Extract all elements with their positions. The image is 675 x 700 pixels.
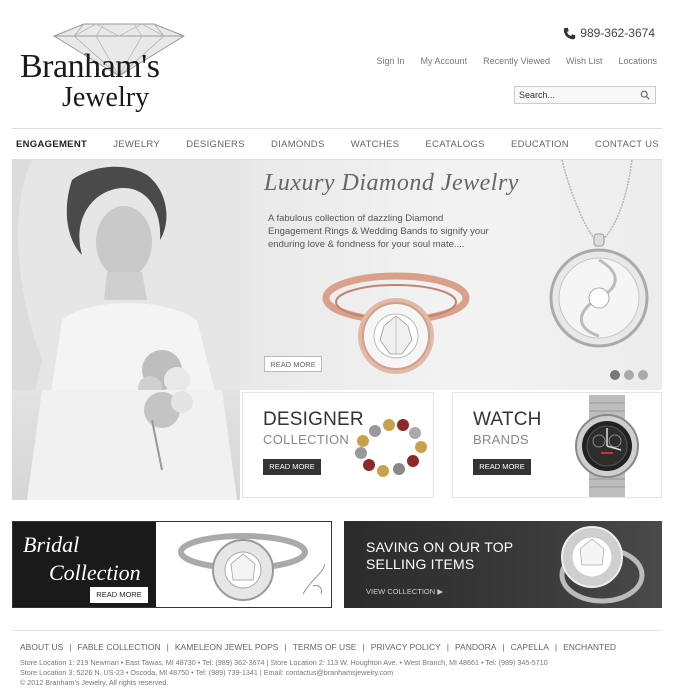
saving-title-line1: SAVING ON OUR TOP (366, 539, 514, 555)
nav-education[interactable]: EDUCATION (511, 139, 569, 150)
slide-dot-1[interactable] (610, 370, 620, 380)
phone-icon (564, 27, 576, 39)
nav-jewelry[interactable]: JEWELRY (113, 139, 160, 150)
slider-dots (610, 370, 648, 380)
bridal-title-line1: Bridal (23, 532, 80, 557)
main-navigation: ENGAGEMENT JEWELRY DESIGNERS DIAMONDS WA… (12, 128, 662, 160)
search-box[interactable]: Search... (514, 86, 656, 104)
search-icon[interactable] (640, 90, 650, 100)
saving-top-items-banner[interactable]: SAVING ON OUR TOP SELLING ITEMS VIEW COL… (344, 521, 662, 608)
utility-links: Sign In My Account Recently Viewed Wish … (361, 56, 657, 66)
footer-divider (12, 630, 662, 631)
hero-description: A fabulous collection of dazzling Diamon… (268, 213, 489, 250)
footer-separator: | (446, 642, 449, 652)
nav-designers[interactable]: DESIGNERS (186, 139, 245, 150)
wristwatch-image (575, 395, 639, 497)
footer-enchanted-link[interactable]: ENCHANTED (563, 642, 616, 652)
designer-read-more-button[interactable]: READ MORE (263, 459, 321, 475)
locations-link[interactable]: Locations (618, 56, 657, 66)
hero-read-more-button[interactable]: READ MORE (264, 356, 322, 372)
footer-pandora-link[interactable]: PANDORA (455, 642, 496, 652)
footer-fable-collection-link[interactable]: FABLE COLLECTION (78, 642, 161, 652)
footer-links: ABOUT US | FABLE COLLECTION | KAMELEON JEW… (20, 642, 616, 652)
nav-ecatalogs[interactable]: ECATALOGS (425, 139, 484, 150)
rose-gold-ring-image (322, 272, 470, 374)
footer-copyright: © 2012 Branham's Jewelry, All rights res… (20, 678, 169, 687)
bead-bracelet-image (355, 419, 427, 477)
saving-title-line2: SELLING ITEMS (366, 556, 475, 572)
my-account-link[interactable]: My Account (421, 56, 468, 66)
footer-separator: | (554, 642, 558, 652)
footer-separator: | (284, 642, 287, 652)
nav-watches[interactable]: WATCHES (351, 139, 400, 150)
brand-name-line2: Jewelry (62, 82, 150, 113)
bridal-ring-image (178, 533, 326, 601)
watch-subtitle: BRANDS (473, 432, 529, 447)
site-header: Branham's Jewelry 989-362-3674 Sign In M… (0, 0, 675, 130)
bride-dress-image (27, 390, 237, 500)
footer-separator: | (362, 642, 365, 652)
footer-store-locations-1: Store Location 1: 219 Newman • East Tawa… (20, 658, 548, 667)
designer-title: DESIGNER (263, 409, 364, 430)
recently-viewed-link[interactable]: Recently Viewed (483, 56, 550, 66)
brand-logo[interactable]: Branham's Jewelry (14, 22, 214, 120)
hero-slider[interactable]: Luxury Diamond Jewelry A fabulous collec… (12, 160, 662, 390)
search-input[interactable]: Search... (515, 90, 640, 100)
phone-number[interactable]: 989-362-3674 (563, 26, 655, 40)
bride-photo-lower (12, 390, 240, 500)
bridal-read-more-button[interactable]: READ MORE (90, 587, 148, 603)
sign-in-link[interactable]: Sign In (377, 56, 405, 66)
watch-read-more-button[interactable]: READ MORE (473, 459, 531, 475)
watch-brands-promo[interactable]: WATCH BRANDS READ MORE (452, 392, 662, 498)
slide-dot-3[interactable] (638, 370, 648, 380)
slide-dot-2[interactable] (624, 370, 634, 380)
bridal-collection-banner[interactable]: Bridal Collection READ MORE (12, 521, 332, 608)
footer-separator: | (502, 642, 505, 652)
footer-store-locations-2: Store Location 3: 5226 N. US-23 • Oscoda… (20, 668, 394, 677)
nav-diamonds[interactable]: DIAMONDS (271, 139, 325, 150)
nav-engagement[interactable]: ENGAGEMENT (16, 139, 87, 150)
diamond-pendant-image (549, 160, 649, 348)
view-collection-link[interactable]: VIEW COLLECTION ▶ (366, 587, 443, 596)
halo-ring-image (559, 526, 645, 604)
bride-photo (12, 160, 240, 390)
footer-privacy-link[interactable]: PRIVACY POLICY (371, 642, 441, 652)
hero-title: Luxury Diamond Jewelry (264, 170, 519, 196)
wish-list-link[interactable]: Wish List (566, 56, 603, 66)
footer-terms-link[interactable]: TERMS OF USE (293, 642, 357, 652)
footer-separator: | (166, 642, 169, 652)
footer-kameleon-link[interactable]: KAMELEON JEWEL POPS (175, 642, 279, 652)
bridal-title-line2: Collection (49, 560, 141, 585)
watch-title: WATCH (473, 409, 542, 430)
designer-subtitle: COLLECTION (263, 432, 350, 447)
nav-contact-us[interactable]: CONTACT US (595, 139, 659, 150)
phone-text: 989-362-3674 (580, 26, 655, 40)
brand-name-line1: Branham's (20, 48, 160, 85)
footer-capella-link[interactable]: CAPELLA (511, 642, 549, 652)
footer-about-us-link[interactable]: ABOUT US (20, 642, 63, 652)
footer-separator: | (69, 642, 72, 652)
designer-collection-promo[interactable]: DESIGNER COLLECTION READ MORE (242, 392, 434, 498)
